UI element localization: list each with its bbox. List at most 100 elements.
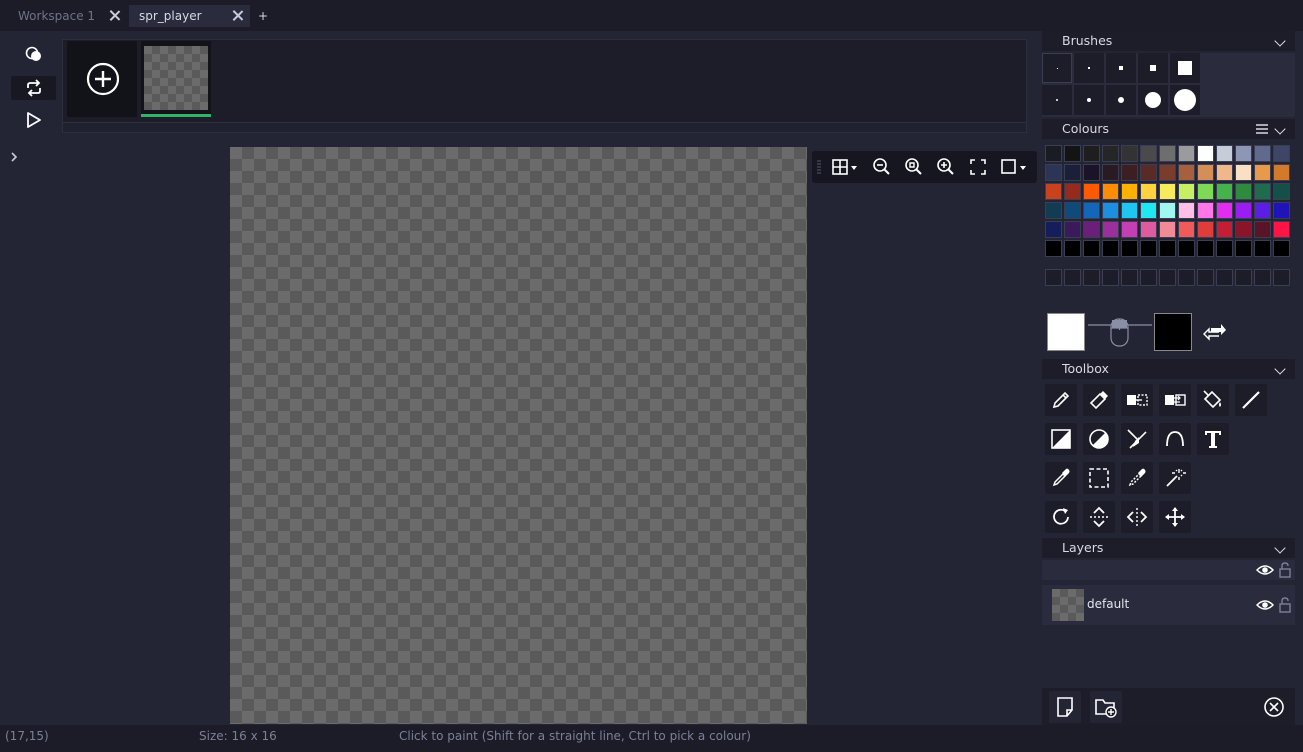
background-dropdown[interactable] [999, 156, 1031, 178]
empty-colour-slot[interactable] [1140, 269, 1157, 286]
shading-tool[interactable] [1121, 423, 1153, 455]
line-tool[interactable] [1235, 384, 1267, 416]
brushes-header[interactable]: Brushes [1042, 31, 1295, 51]
colour-swatch[interactable] [1064, 221, 1081, 238]
eye-icon[interactable] [1256, 598, 1274, 612]
brush-square-3[interactable] [1106, 53, 1136, 83]
brush-circle-5[interactable] [1170, 85, 1200, 115]
rotate-tool[interactable] [1045, 501, 1077, 533]
colour-swatch[interactable] [1102, 240, 1119, 257]
add-frame-button[interactable] [67, 41, 137, 117]
colour-picker-tool[interactable] [1045, 462, 1077, 494]
colour-swatch[interactable] [1045, 240, 1062, 257]
colour-swatch[interactable] [1216, 240, 1233, 257]
colour-swatch[interactable] [1197, 145, 1214, 162]
tab-spr-player[interactable]: spr_player [129, 5, 250, 27]
flip-horizontal-tool[interactable] [1121, 501, 1153, 533]
colour-swatch[interactable] [1083, 183, 1100, 200]
colour-swatch[interactable] [1083, 240, 1100, 257]
colour-swatch[interactable] [1140, 183, 1157, 200]
colour-swatch[interactable] [1273, 240, 1290, 257]
colour-swatch[interactable] [1121, 145, 1138, 162]
colour-swatch[interactable] [1159, 183, 1176, 200]
toolbox-header[interactable]: Toolbox [1042, 359, 1295, 379]
colour-swatch[interactable] [1216, 145, 1233, 162]
grid-dropdown[interactable] [830, 156, 862, 178]
empty-colour-slot[interactable] [1121, 269, 1138, 286]
colour-swatch[interactable] [1216, 164, 1233, 181]
colour-swatch[interactable] [1273, 164, 1290, 181]
colour-swatch[interactable] [1235, 145, 1252, 162]
colour-swatch[interactable] [1064, 164, 1081, 181]
close-icon[interactable] [108, 9, 121, 22]
brush-square-2[interactable] [1074, 53, 1104, 83]
play-icon[interactable] [26, 111, 42, 129]
empty-colour-slot[interactable] [1045, 269, 1062, 286]
add-tab-button[interactable]: + [252, 5, 272, 27]
colours-header[interactable]: Colours [1042, 119, 1295, 139]
colour-swatch[interactable] [1178, 145, 1195, 162]
colour-swatch[interactable] [1064, 202, 1081, 219]
pencil-tool[interactable] [1045, 384, 1077, 416]
colour-swatch[interactable] [1216, 202, 1233, 219]
colour-swatch[interactable] [1159, 202, 1176, 219]
colour-swatch[interactable] [1121, 183, 1138, 200]
colour-swatch[interactable] [1064, 145, 1081, 162]
zoom-out-button[interactable] [871, 156, 893, 178]
colour-swatch[interactable] [1045, 145, 1062, 162]
colour-swatch[interactable] [1235, 183, 1252, 200]
colour-swatch[interactable] [1235, 164, 1252, 181]
lock-icon[interactable] [1278, 597, 1292, 613]
colour-swatch[interactable] [1254, 202, 1271, 219]
colour-swatch[interactable] [1254, 164, 1271, 181]
magic-wand-tool[interactable] [1159, 462, 1191, 494]
frame-thumbnail[interactable] [141, 41, 211, 117]
colour-swatch[interactable] [1273, 221, 1290, 238]
empty-colour-slot[interactable] [1254, 269, 1271, 286]
colour-swatch[interactable] [1159, 240, 1176, 257]
colour-swatch[interactable] [1254, 240, 1271, 257]
colour-swatch[interactable] [1083, 202, 1100, 219]
colour-swatch[interactable] [1254, 221, 1271, 238]
colour-swatch[interactable] [1083, 164, 1100, 181]
colour-swatch[interactable] [1102, 221, 1119, 238]
empty-colour-slot[interactable] [1064, 269, 1081, 286]
colour-swatch[interactable] [1140, 221, 1157, 238]
colour-swatch[interactable] [1045, 221, 1062, 238]
brush-square-1[interactable] [1042, 53, 1072, 83]
colour-swatch[interactable] [1140, 240, 1157, 257]
colour-swatch[interactable] [1121, 164, 1138, 181]
move-tool[interactable] [1159, 501, 1191, 533]
colour-swatch[interactable] [1140, 145, 1157, 162]
rectangle-tool[interactable] [1045, 423, 1077, 455]
colour-swatch[interactable] [1216, 221, 1233, 238]
colour-swatch[interactable] [1121, 240, 1138, 257]
colour-swatch[interactable] [1102, 202, 1119, 219]
tab-workspace-1[interactable]: Workspace 1 [8, 5, 127, 27]
empty-colour-slot[interactable] [1159, 269, 1176, 286]
fill-tool[interactable] [1197, 384, 1229, 416]
layers-header[interactable]: Layers [1042, 538, 1295, 558]
empty-colour-slot[interactable] [1235, 269, 1252, 286]
delete-layer-button[interactable] [1258, 691, 1290, 723]
empty-colour-slot[interactable] [1083, 269, 1100, 286]
zoom-in-button[interactable] [935, 156, 957, 178]
colour-swatch[interactable] [1140, 164, 1157, 181]
colour-swatch[interactable] [1254, 145, 1271, 162]
colour-swatch[interactable] [1102, 183, 1119, 200]
colour-swatch[interactable] [1197, 164, 1214, 181]
brush-square-5[interactable] [1170, 53, 1200, 83]
colour-swatch[interactable] [1254, 183, 1271, 200]
colour-swatch[interactable] [1197, 183, 1214, 200]
expand-panel-icon[interactable] [9, 151, 19, 163]
colour-swatch[interactable] [1045, 164, 1062, 181]
primary-colour-swatch[interactable] [1047, 313, 1085, 351]
flip-vertical-tool[interactable] [1083, 501, 1115, 533]
colour-swatch[interactable] [1159, 145, 1176, 162]
curve-tool[interactable] [1159, 423, 1191, 455]
colour-swatch[interactable] [1121, 221, 1138, 238]
empty-colour-slot[interactable] [1216, 269, 1233, 286]
colour-swatch[interactable] [1083, 145, 1100, 162]
colour-swatch[interactable] [1273, 202, 1290, 219]
secondary-colour-swatch[interactable] [1154, 313, 1192, 351]
